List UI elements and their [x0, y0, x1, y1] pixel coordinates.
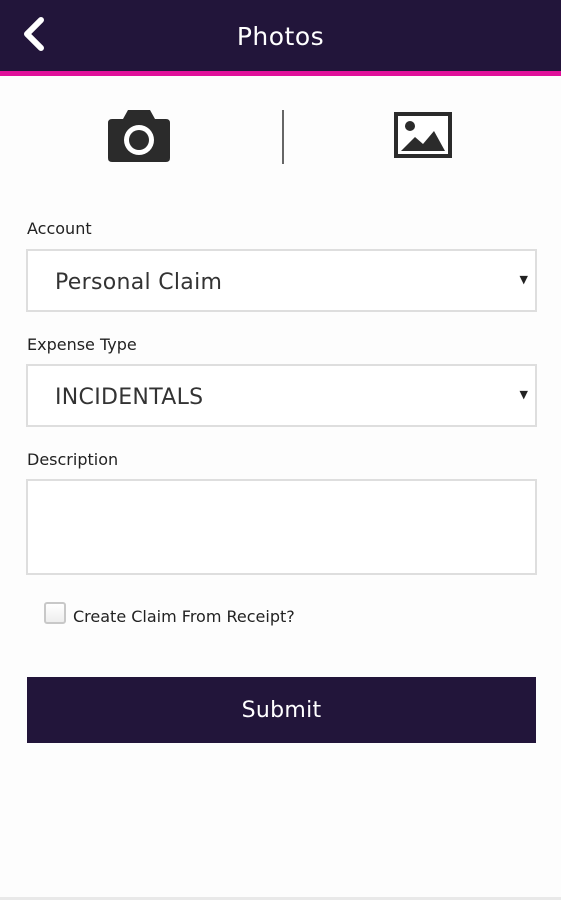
photos-screen: Photos Account Personal Claim ▼ Expense … [0, 0, 561, 900]
create-claim-label: Create Claim From Receipt? [73, 606, 295, 626]
account-select[interactable]: Personal Claim ▼ [26, 249, 537, 312]
chevron-left-icon [24, 17, 44, 51]
dropdown-arrow-icon: ▼ [519, 273, 528, 286]
description-field[interactable] [26, 479, 537, 575]
expense-type-select[interactable]: INCIDENTALS ▼ [26, 364, 537, 427]
camera-icon [108, 110, 170, 162]
create-claim-option[interactable]: Create Claim From Receipt? [44, 600, 295, 626]
submit-button[interactable]: Submit [27, 677, 536, 743]
description-label: Description [27, 450, 119, 469]
dropdown-arrow-icon: ▼ [519, 388, 528, 401]
gallery-button[interactable] [393, 111, 455, 163]
create-claim-checkbox[interactable] [44, 602, 66, 624]
page-title: Photos [236, 22, 325, 51]
account-select-value: Personal Claim [55, 270, 223, 295]
photo-source-divider [282, 110, 284, 164]
expense-type-label: Expense Type [27, 335, 137, 354]
photo-source-row [0, 76, 561, 196]
image-gallery-icon [394, 112, 452, 158]
app-header: Photos [0, 0, 561, 71]
account-label: Account [27, 219, 92, 238]
camera-button[interactable] [106, 106, 172, 164]
back-button[interactable] [14, 14, 54, 54]
expense-type-select-value: INCIDENTALS [55, 385, 204, 410]
